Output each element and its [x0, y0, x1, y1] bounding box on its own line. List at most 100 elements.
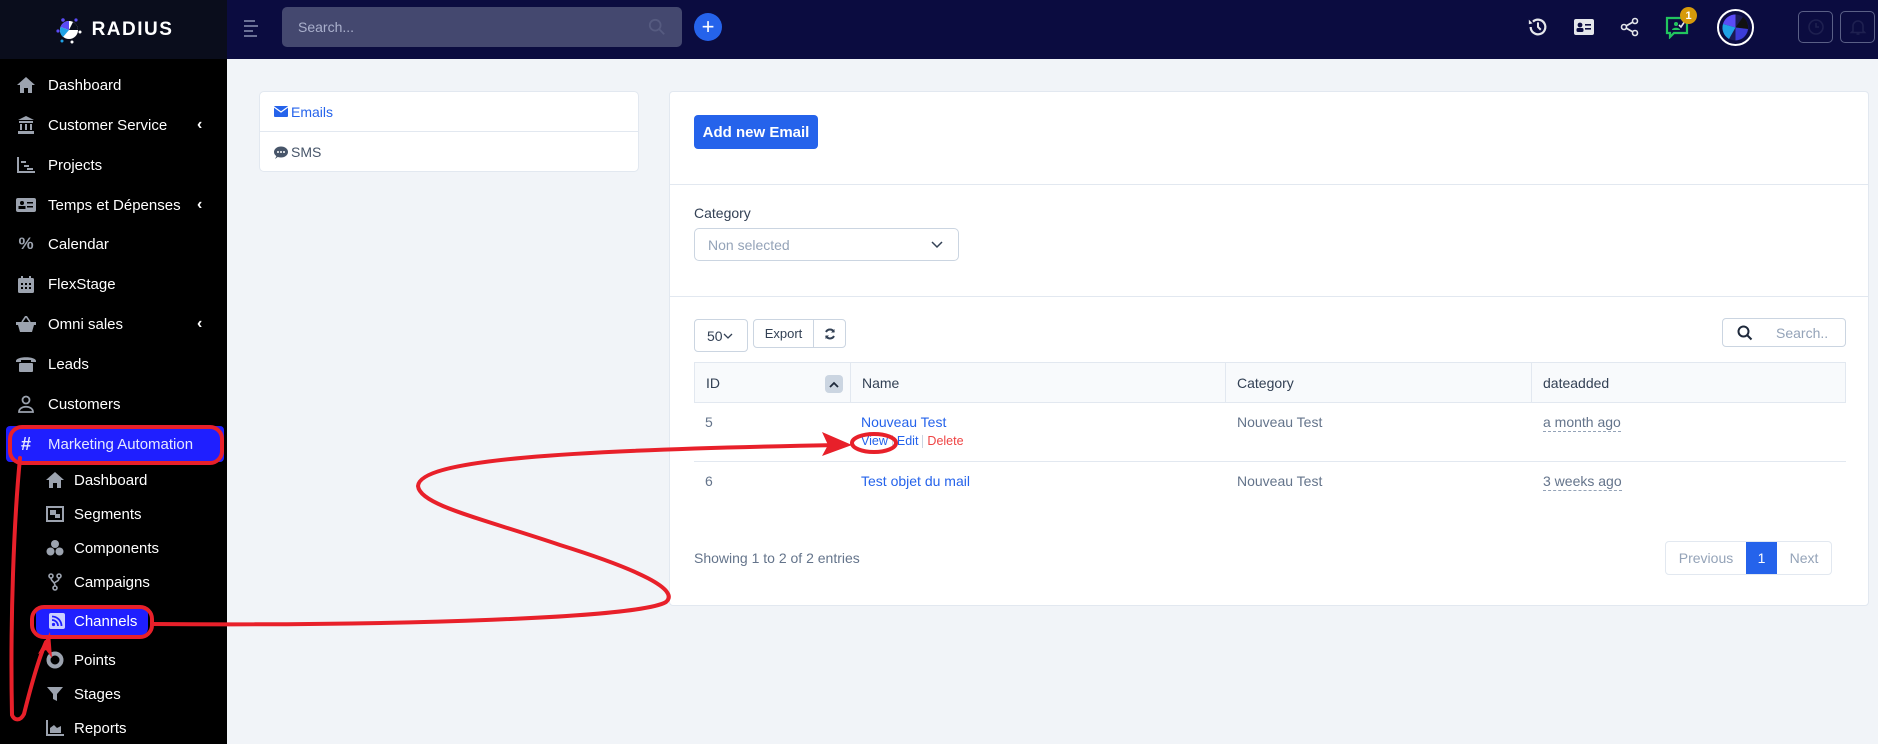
row-id: 5	[705, 414, 713, 430]
category-select[interactable]: Non selected	[694, 228, 959, 261]
add-new-email-button[interactable]: Add new Email	[694, 115, 818, 149]
table-search-button[interactable]	[1722, 318, 1767, 347]
bell-icon	[1849, 20, 1866, 35]
row-category: Nouveau Test	[1237, 473, 1323, 489]
sidebar-item-omni-sales[interactable]: Omni sales ‹	[0, 304, 227, 344]
chevron-down-icon	[931, 241, 943, 249]
hashtag-icon: #	[20, 433, 31, 454]
chart-icon	[16, 155, 36, 175]
envelope-icon	[274, 106, 288, 117]
search-icon	[1737, 325, 1752, 340]
user-icon	[16, 394, 36, 414]
area-chart-icon	[46, 719, 64, 737]
global-search[interactable]	[282, 7, 682, 47]
table-info: Showing 1 to 2 of 2 entries	[694, 550, 860, 566]
column-header-name[interactable]: Name	[851, 362, 1226, 403]
clock-icon	[1807, 19, 1824, 35]
sidebar: Dashboard Customer Service ‹ Projects Te…	[0, 59, 227, 744]
pagination-next[interactable]: Next	[1777, 542, 1831, 574]
plus-icon: +	[701, 14, 715, 39]
divider	[670, 184, 1868, 185]
sidebar-subitem-segments[interactable]: Segments	[0, 498, 227, 530]
radius-logo-icon	[55, 17, 82, 43]
chevron-left-icon: ‹	[197, 315, 203, 332]
sidebar-subitem-channels[interactable]: Channels	[36, 606, 148, 636]
quick-create-button[interactable]: +	[694, 13, 722, 41]
chevron-left-icon: ‹	[197, 196, 203, 213]
global-search-input[interactable]	[282, 7, 682, 47]
brand-name: RADIUS	[91, 18, 174, 40]
edit-link[interactable]: Edit	[897, 434, 919, 448]
home-icon	[16, 75, 36, 95]
top-header: RADIUS + 1	[0, 0, 1878, 59]
brand-logo[interactable]: RADIUS	[0, 0, 227, 59]
sidebar-item-customers[interactable]: Customers	[0, 384, 227, 424]
filter-icon	[46, 685, 64, 703]
id-card-icon	[16, 195, 36, 215]
sidebar-item-customer-service[interactable]: Customer Service ‹	[0, 105, 227, 145]
row-actions: View Edit Delete	[861, 434, 964, 448]
column-header-dateadded[interactable]: dateadded	[1532, 362, 1846, 403]
sidebar-item-dashboard[interactable]: Dashboard	[0, 65, 227, 105]
column-header-category[interactable]: Category	[1226, 362, 1532, 403]
sidebar-item-marketing-automation[interactable]: # Marketing Automation	[6, 426, 224, 462]
notification-badge: 1	[1680, 7, 1697, 24]
pagination-page-1[interactable]: 1	[1746, 542, 1777, 574]
separator	[891, 434, 893, 448]
sidebar-subitem-stages[interactable]: Stages	[0, 678, 227, 710]
share-icon[interactable]	[1617, 14, 1643, 40]
pagination-previous[interactable]: Previous	[1666, 542, 1746, 574]
basket-icon	[16, 314, 36, 334]
comment-dots-icon	[274, 146, 288, 159]
separator	[922, 434, 924, 448]
sidebar-item-projects[interactable]: Projects	[0, 145, 227, 185]
circle-icon	[46, 651, 64, 669]
cubes-icon	[46, 539, 64, 557]
sidebar-item-leads[interactable]: Leads	[0, 344, 227, 384]
channels-menu-emails[interactable]: Emails	[260, 92, 638, 132]
sidebar-subitem-dashboard[interactable]: Dashboard	[0, 464, 227, 496]
table-row: 6 Test objet du mail Nouveau Test 3 week…	[694, 462, 1846, 501]
export-button[interactable]: Export	[753, 319, 814, 348]
bank-icon	[16, 115, 36, 135]
row-dateadded: 3 weeks ago	[1543, 473, 1622, 491]
search-icon[interactable]	[648, 18, 666, 36]
notifications-button[interactable]	[1840, 11, 1875, 43]
sort-ascending-icon[interactable]	[825, 375, 843, 393]
row-name-link[interactable]: Test objet du mail	[861, 473, 970, 489]
refresh-button[interactable]	[813, 319, 846, 348]
sidebar-subitem-campaigns[interactable]: Campaigns	[0, 566, 227, 598]
view-link[interactable]: View	[861, 434, 888, 448]
divider	[670, 296, 1868, 297]
calendar-icon	[16, 274, 36, 294]
sidebar-item-calendar[interactable]: % Calendar	[0, 224, 227, 264]
id-card-icon[interactable]	[1571, 14, 1597, 40]
table-search-input[interactable]	[1766, 318, 1846, 347]
menu-toggle-icon[interactable]	[244, 20, 260, 37]
chevron-left-icon: ‹	[197, 116, 203, 133]
sidebar-item-temps-et-depenses[interactable]: Temps et Dépenses ‹	[0, 185, 227, 225]
fork-icon	[46, 573, 64, 591]
delete-link[interactable]: Delete	[927, 434, 963, 448]
pagination: Previous 1 Next	[1665, 541, 1832, 575]
emails-panel	[669, 91, 1869, 606]
page-length-select[interactable]: 50	[694, 319, 748, 352]
table-row: 5 Nouveau Test View Edit Delete Nouveau …	[694, 403, 1846, 462]
row-category: Nouveau Test	[1237, 414, 1323, 430]
channels-menu: Emails SMS	[259, 91, 639, 172]
segments-icon	[46, 505, 64, 523]
row-name-link[interactable]: Nouveau Test	[861, 414, 946, 430]
sidebar-subitem-reports[interactable]: Reports	[0, 712, 227, 744]
channels-menu-sms[interactable]: SMS	[260, 132, 638, 172]
row-dateadded: a month ago	[1543, 414, 1621, 432]
timer-button[interactable]	[1798, 11, 1833, 43]
sidebar-item-flexstage[interactable]: FlexStage	[0, 264, 227, 304]
sidebar-subitem-points[interactable]: Points	[0, 644, 227, 676]
rss-icon	[48, 612, 66, 630]
home-icon	[46, 471, 64, 489]
avatar[interactable]	[1717, 9, 1754, 46]
history-icon[interactable]	[1525, 14, 1551, 40]
percent-icon: %	[18, 234, 34, 253]
sidebar-subitem-components[interactable]: Components	[0, 532, 227, 564]
column-header-id[interactable]: ID	[694, 362, 851, 403]
